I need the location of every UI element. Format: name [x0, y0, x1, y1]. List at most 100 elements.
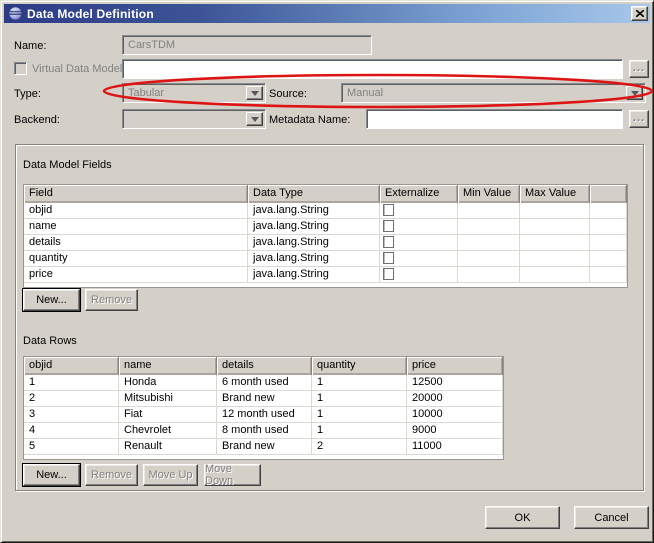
fields-new-button[interactable]: New... [23, 289, 80, 311]
column-header-spacer[interactable] [590, 185, 627, 203]
cancel-button[interactable]: Cancel [574, 506, 649, 529]
table-row[interactable]: objidjava.lang.String [24, 203, 627, 219]
table-cell: 4 [24, 423, 119, 438]
table-cell [458, 251, 520, 266]
metadata-name-browse-button[interactable]: ... [629, 110, 649, 128]
eclipse-app-icon [8, 6, 23, 21]
browse-dots: ... [633, 112, 645, 124]
type-dropdown[interactable]: Tabular [122, 83, 266, 103]
table-cell: java.lang.String [248, 219, 380, 234]
column-header-objid[interactable]: objid [24, 357, 119, 375]
table-header-row: FieldData TypeExternalizeMin ValueMax Va… [24, 185, 627, 203]
rows-new-button[interactable]: New... [23, 464, 80, 486]
table-cell [590, 251, 627, 266]
backend-dropdown[interactable] [122, 109, 266, 129]
table-cell: Brand new [217, 439, 312, 454]
table-row[interactable]: 5RenaultBrand new211000 [24, 439, 503, 455]
table-cell: 1 [24, 375, 119, 390]
externalize-checkbox[interactable] [383, 252, 394, 264]
ok-button[interactable]: OK [485, 506, 560, 529]
table-row[interactable]: 3Fiat12 month used110000 [24, 407, 503, 423]
virtual-data-model-field[interactable] [122, 59, 623, 79]
title-bar[interactable]: Data Model Definition [4, 4, 650, 23]
table-cell [520, 267, 590, 282]
table-row[interactable]: 1Honda6 month used112500 [24, 375, 503, 391]
name-field[interactable]: CarsTDM [122, 35, 372, 55]
data-model-fields-table: FieldData TypeExternalizeMin ValueMax Va… [23, 184, 628, 288]
table-cell: 1 [312, 407, 407, 422]
column-header-price[interactable]: price [407, 357, 503, 375]
source-dropdown[interactable]: Manual [341, 83, 646, 103]
externalize-checkbox[interactable] [383, 220, 394, 232]
table-cell [380, 219, 458, 234]
name-label: Name: [14, 40, 46, 52]
table-cell: 1 [312, 375, 407, 390]
table-cell: java.lang.String [248, 267, 380, 282]
table-cell: details [24, 235, 248, 250]
table-cell: 5 [24, 439, 119, 454]
table-cell: price [24, 267, 248, 282]
table-cell: java.lang.String [248, 251, 380, 266]
backend-dropdown-button[interactable] [246, 112, 263, 126]
rows-remove-button[interactable]: Remove [85, 464, 138, 486]
column-header-data-type[interactable]: Data Type [248, 185, 380, 203]
column-header-externalize[interactable]: Externalize [380, 185, 458, 203]
table-cell [590, 219, 627, 234]
table-cell: Mitsubishi [119, 391, 217, 406]
table-cell: 1 [312, 423, 407, 438]
virtual-data-model-browse-button[interactable]: ... [629, 60, 649, 78]
rows-move-down-button[interactable]: Move Down [204, 464, 261, 486]
data-rows-table: objidnamedetailsquantityprice1Honda6 mon… [23, 356, 504, 460]
table-cell: 12 month used [217, 407, 312, 422]
table-cell [590, 267, 627, 282]
type-value: Tabular [128, 87, 164, 99]
table-cell [458, 267, 520, 282]
table-cell: 10000 [407, 407, 503, 422]
table-cell [590, 203, 627, 218]
type-dropdown-button[interactable] [246, 86, 263, 100]
column-header-max-value[interactable]: Max Value [520, 185, 590, 203]
chevron-down-icon [631, 91, 639, 100]
table-cell: 8 month used [217, 423, 312, 438]
table-row[interactable]: quantityjava.lang.String [24, 251, 627, 267]
table-row[interactable]: 4Chevrolet8 month used19000 [24, 423, 503, 439]
externalize-checkbox[interactable] [383, 236, 394, 248]
externalize-checkbox[interactable] [383, 268, 394, 280]
fields-remove-button[interactable]: Remove [85, 289, 138, 311]
column-header-min-value[interactable]: Min Value [458, 185, 520, 203]
table-cell: java.lang.String [248, 203, 380, 218]
close-button[interactable] [631, 6, 648, 21]
rows-move-up-button[interactable]: Move Up [143, 464, 198, 486]
table-row[interactable]: namejava.lang.String [24, 219, 627, 235]
metadata-name-field[interactable] [366, 109, 623, 129]
column-header-name[interactable]: name [119, 357, 217, 375]
table-cell [520, 219, 590, 234]
column-header-field[interactable]: Field [24, 185, 248, 203]
table-row[interactable]: pricejava.lang.String [24, 267, 627, 283]
table-cell: objid [24, 203, 248, 218]
externalize-checkbox[interactable] [383, 204, 394, 216]
table-cell: java.lang.String [248, 235, 380, 250]
table-cell: Renault [119, 439, 217, 454]
table-cell [458, 219, 520, 234]
table-cell: 1 [312, 391, 407, 406]
backend-label: Backend: [14, 114, 60, 126]
table-cell: Brand new [217, 391, 312, 406]
table-cell [380, 267, 458, 282]
virtual-data-model-checkbox[interactable] [14, 62, 27, 75]
source-label: Source: [269, 88, 307, 100]
table-cell: 6 month used [217, 375, 312, 390]
table-cell [520, 251, 590, 266]
table-cell [520, 203, 590, 218]
table-cell: 20000 [407, 391, 503, 406]
table-row[interactable]: detailsjava.lang.String [24, 235, 627, 251]
table-cell: Fiat [119, 407, 217, 422]
table-row[interactable]: 2MitsubishiBrand new120000 [24, 391, 503, 407]
table-cell [458, 235, 520, 250]
data-model-fields-title: Data Model Fields [23, 159, 112, 171]
window-title: Data Model Definition [27, 7, 154, 21]
column-header-quantity[interactable]: quantity [312, 357, 407, 375]
source-dropdown-button[interactable] [626, 86, 643, 100]
column-header-details[interactable]: details [217, 357, 312, 375]
data-rows-title: Data Rows [23, 335, 77, 347]
